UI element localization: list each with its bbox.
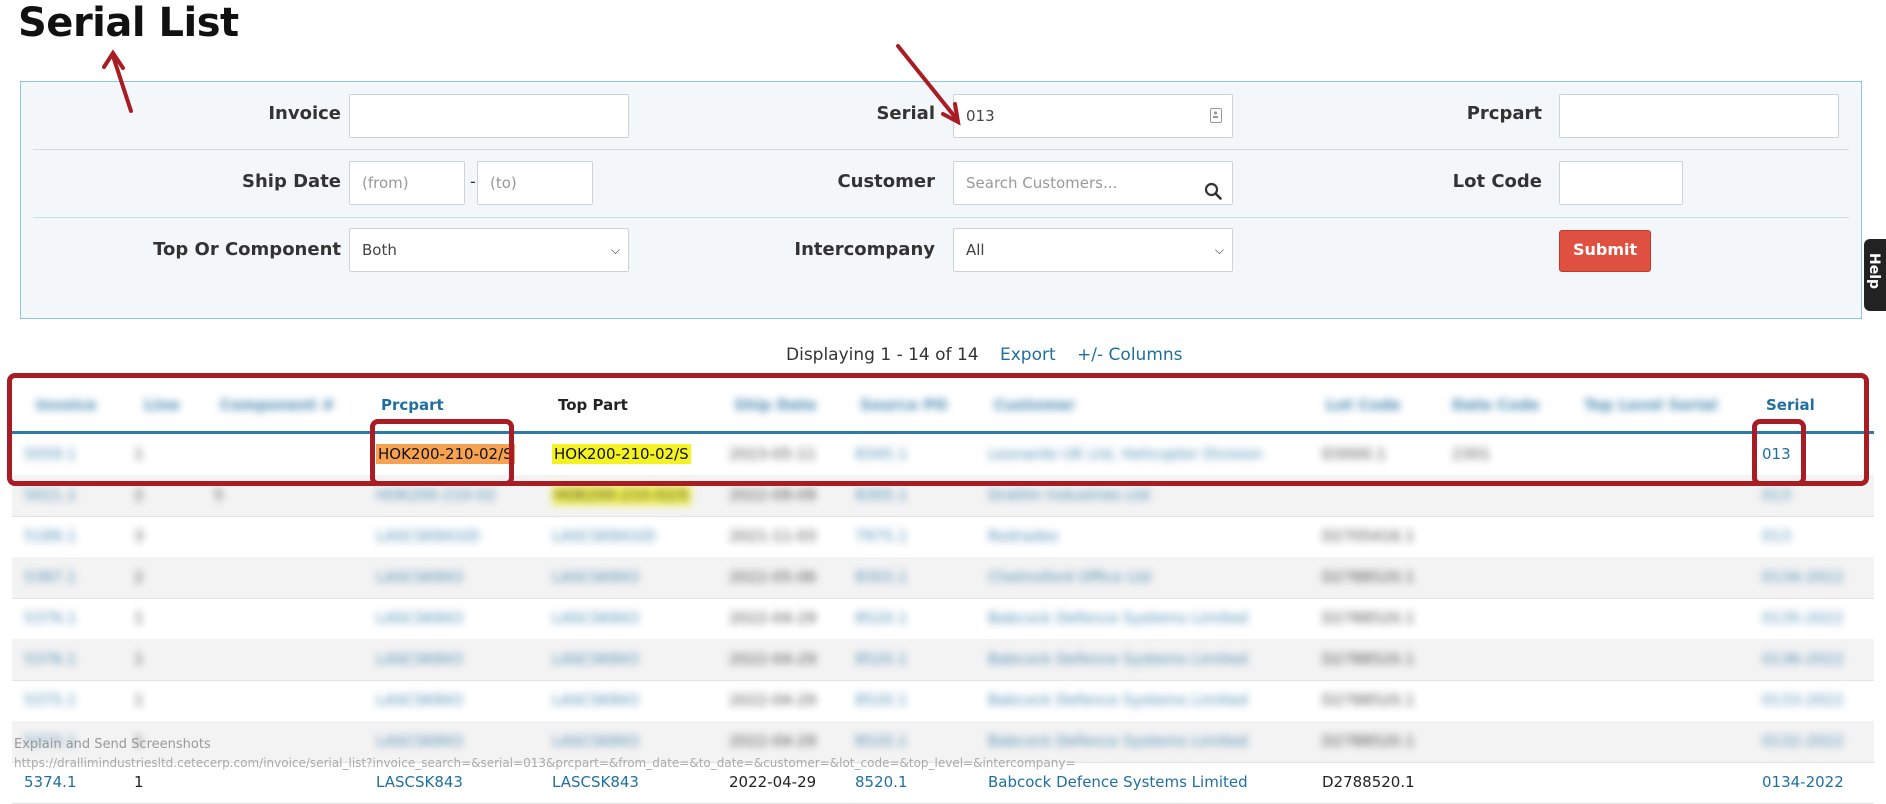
arrow-to-serial [896,44,957,119]
annotation-overlay [102,44,961,126]
explain-screenshots-text: Explain and Send Screenshots [14,737,211,752]
page-url-text: https://drallimindustriesltd.cetecerp.co… [14,756,1076,770]
